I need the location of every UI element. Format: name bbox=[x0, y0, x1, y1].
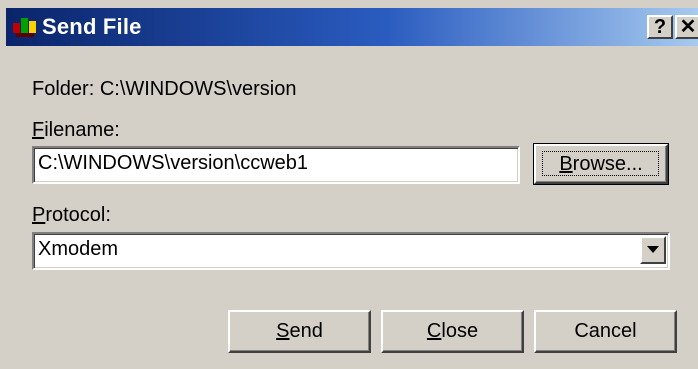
close-icon: ✕ bbox=[679, 16, 697, 38]
protocol-select[interactable]: Xmodem bbox=[32, 232, 670, 270]
browse-label: Browse... bbox=[559, 153, 642, 176]
filename-input[interactable]: C:\WINDOWS\version\ccweb1 bbox=[32, 146, 520, 184]
filename-label-accel: F bbox=[32, 119, 45, 141]
filename-label: Filename: bbox=[32, 118, 120, 142]
cancel-button[interactable]: Cancel bbox=[534, 310, 677, 353]
send-file-dialog: Send File ? ✕ Folder: C:\WINDOWS\version… bbox=[0, 0, 698, 369]
filename-value: C:\WINDOWS\version\ccweb1 bbox=[38, 152, 309, 174]
cancel-label: Cancel bbox=[574, 320, 637, 342]
browse-button[interactable]: Browse... bbox=[533, 143, 669, 185]
send-button[interactable]: Send bbox=[228, 310, 371, 353]
close-label: Close bbox=[427, 320, 478, 343]
close-label-text: lose bbox=[441, 320, 479, 342]
filename-label-text: ilename: bbox=[44, 119, 120, 141]
send-label-accel: S bbox=[276, 320, 290, 342]
folder-label: Folder: bbox=[32, 78, 95, 100]
close-button[interactable]: Close bbox=[381, 310, 524, 353]
send-label-text: end bbox=[289, 320, 323, 342]
folder-path: C:\WINDOWS\version bbox=[99, 78, 297, 100]
window-title: Send File bbox=[42, 14, 142, 39]
protocol-label-accel: P bbox=[32, 204, 46, 226]
browse-label-text: rowse... bbox=[572, 152, 643, 175]
protocol-label-text: rotocol: bbox=[45, 204, 111, 226]
browse-label-accel: B bbox=[559, 152, 573, 175]
title-bar[interactable]: Send File ? ✕ bbox=[6, 8, 698, 46]
app-icon bbox=[12, 15, 38, 39]
close-window-button[interactable]: ✕ bbox=[675, 15, 698, 39]
folder-row: Folder: C:\WINDOWS\version bbox=[32, 77, 297, 101]
protocol-selected: Xmodem bbox=[38, 238, 119, 260]
help-icon: ? bbox=[653, 16, 667, 38]
close-label-accel: C bbox=[426, 320, 442, 342]
help-button[interactable]: ? bbox=[647, 15, 673, 39]
send-label: Send bbox=[276, 320, 323, 343]
protocol-label: Protocol: bbox=[32, 203, 111, 227]
dropdown-arrow-icon[interactable] bbox=[640, 236, 666, 264]
